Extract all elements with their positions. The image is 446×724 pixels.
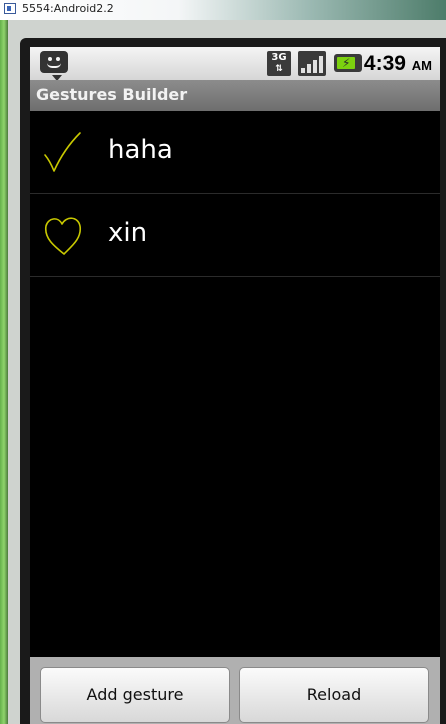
app-title: Gestures Builder [36,85,188,104]
signal-bar [313,60,317,73]
signal-strength-icon [298,51,326,76]
emulator-window-titlebar: 5554:Android2.2 [0,0,446,20]
checkmark-gesture-icon [44,132,81,172]
notification-chat-icon [40,51,68,81]
gesture-name: haha [108,135,173,165]
charging-bolt-icon: ⚡ [342,56,351,70]
gesture-list-item[interactable]: haha [30,111,440,194]
button-bar: Add gesture Reload [30,657,440,724]
signal-bar [307,64,311,73]
add-gesture-button[interactable]: Add gesture [40,667,230,723]
status-bar[interactable]: 3G ⇅ ⚡ 4:39 AM [30,47,440,81]
gesture-list[interactable]: haha xin [30,111,440,277]
battery-icon: ⚡ [334,54,362,72]
app-title-bar: Gestures Builder [30,80,440,111]
network-3g-icon: 3G ⇅ [267,51,291,76]
signal-bar [319,56,323,73]
phone-screen: 3G ⇅ ⚡ 4:39 AM Gestures Builder haha xin [30,47,440,724]
signal-bar [301,68,305,73]
emulator-window-title: 5554:Android2.2 [22,2,114,15]
heart-gesture-icon [44,217,82,255]
reload-button[interactable]: Reload [239,667,429,723]
clock-ampm: AM [411,58,432,73]
window-app-icon [4,3,16,14]
gesture-name: xin [108,218,148,248]
data-arrows-icon: ⇅ [275,64,283,74]
network-type-label: 3G [271,52,287,63]
gesture-list-item[interactable]: xin [30,194,440,277]
window-frame-edge [0,20,8,724]
status-clock: 4:39 AM [364,50,432,79]
clock-time: 4:39 [363,52,406,75]
